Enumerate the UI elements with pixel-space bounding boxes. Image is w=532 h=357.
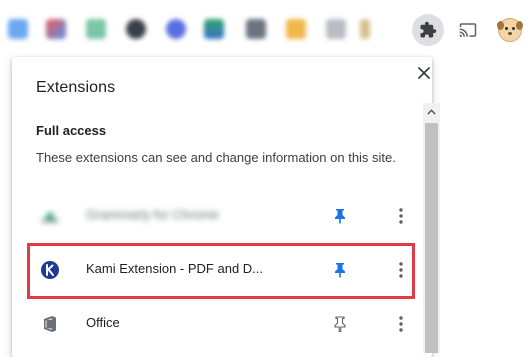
popup-title: Extensions — [36, 79, 116, 96]
blurred-extension-10-icon[interactable] — [360, 19, 370, 39]
more-options-button[interactable] — [391, 314, 411, 334]
blurred-extension-2-icon[interactable] — [46, 19, 66, 39]
highlight-annotation — [27, 243, 415, 299]
blurred-extension-1-icon[interactable] — [8, 19, 28, 39]
extension-name: Grammarly for Chrome — [86, 207, 219, 222]
extensions-popup: Extensions Full access These extensions … — [12, 57, 440, 357]
close-icon — [418, 67, 430, 79]
section-description: These extensions can see and change info… — [36, 150, 396, 165]
extension-row-office[interactable]: Office — [24, 304, 418, 344]
close-button[interactable] — [412, 61, 436, 85]
blurred-extension-9-icon[interactable] — [326, 19, 346, 39]
blurred-extension-4-icon[interactable] — [126, 19, 146, 39]
blurred-extension-3-icon[interactable] — [86, 19, 106, 39]
popup-scrollbar[interactable] — [423, 103, 440, 353]
scroll-up-button[interactable] — [423, 103, 440, 120]
profile-avatar-icon — [497, 18, 523, 42]
profile-button[interactable] — [494, 14, 526, 46]
chevron-up-icon — [427, 108, 436, 115]
grammarly-icon — [40, 206, 60, 226]
pin-button[interactable] — [330, 206, 350, 226]
more-options-button[interactable] — [391, 206, 411, 226]
blurred-extension-6-icon[interactable] — [204, 19, 224, 39]
browser-toolbar — [0, 0, 532, 56]
cast-icon — [459, 23, 477, 37]
extension-name: Office — [86, 315, 120, 330]
more-vert-icon — [399, 316, 403, 332]
pin-filled-icon — [335, 209, 345, 224]
pin-button[interactable] — [330, 314, 350, 334]
blurred-extension-5-icon[interactable] — [166, 19, 186, 39]
blurred-extension-7-icon[interactable] — [246, 19, 266, 39]
office-icon — [40, 314, 60, 334]
blurred-extension-8-icon[interactable] — [286, 19, 306, 39]
extensions-puzzle-icon — [420, 21, 437, 38]
cast-button[interactable] — [454, 16, 482, 44]
extension-row-grammarly[interactable]: Grammarly for Chrome — [24, 196, 418, 236]
more-vert-icon — [399, 208, 403, 224]
section-heading: Full access — [36, 123, 107, 138]
scroll-thumb[interactable] — [425, 123, 438, 353]
extensions-button[interactable] — [412, 14, 444, 46]
pin-outline-icon — [334, 316, 346, 332]
